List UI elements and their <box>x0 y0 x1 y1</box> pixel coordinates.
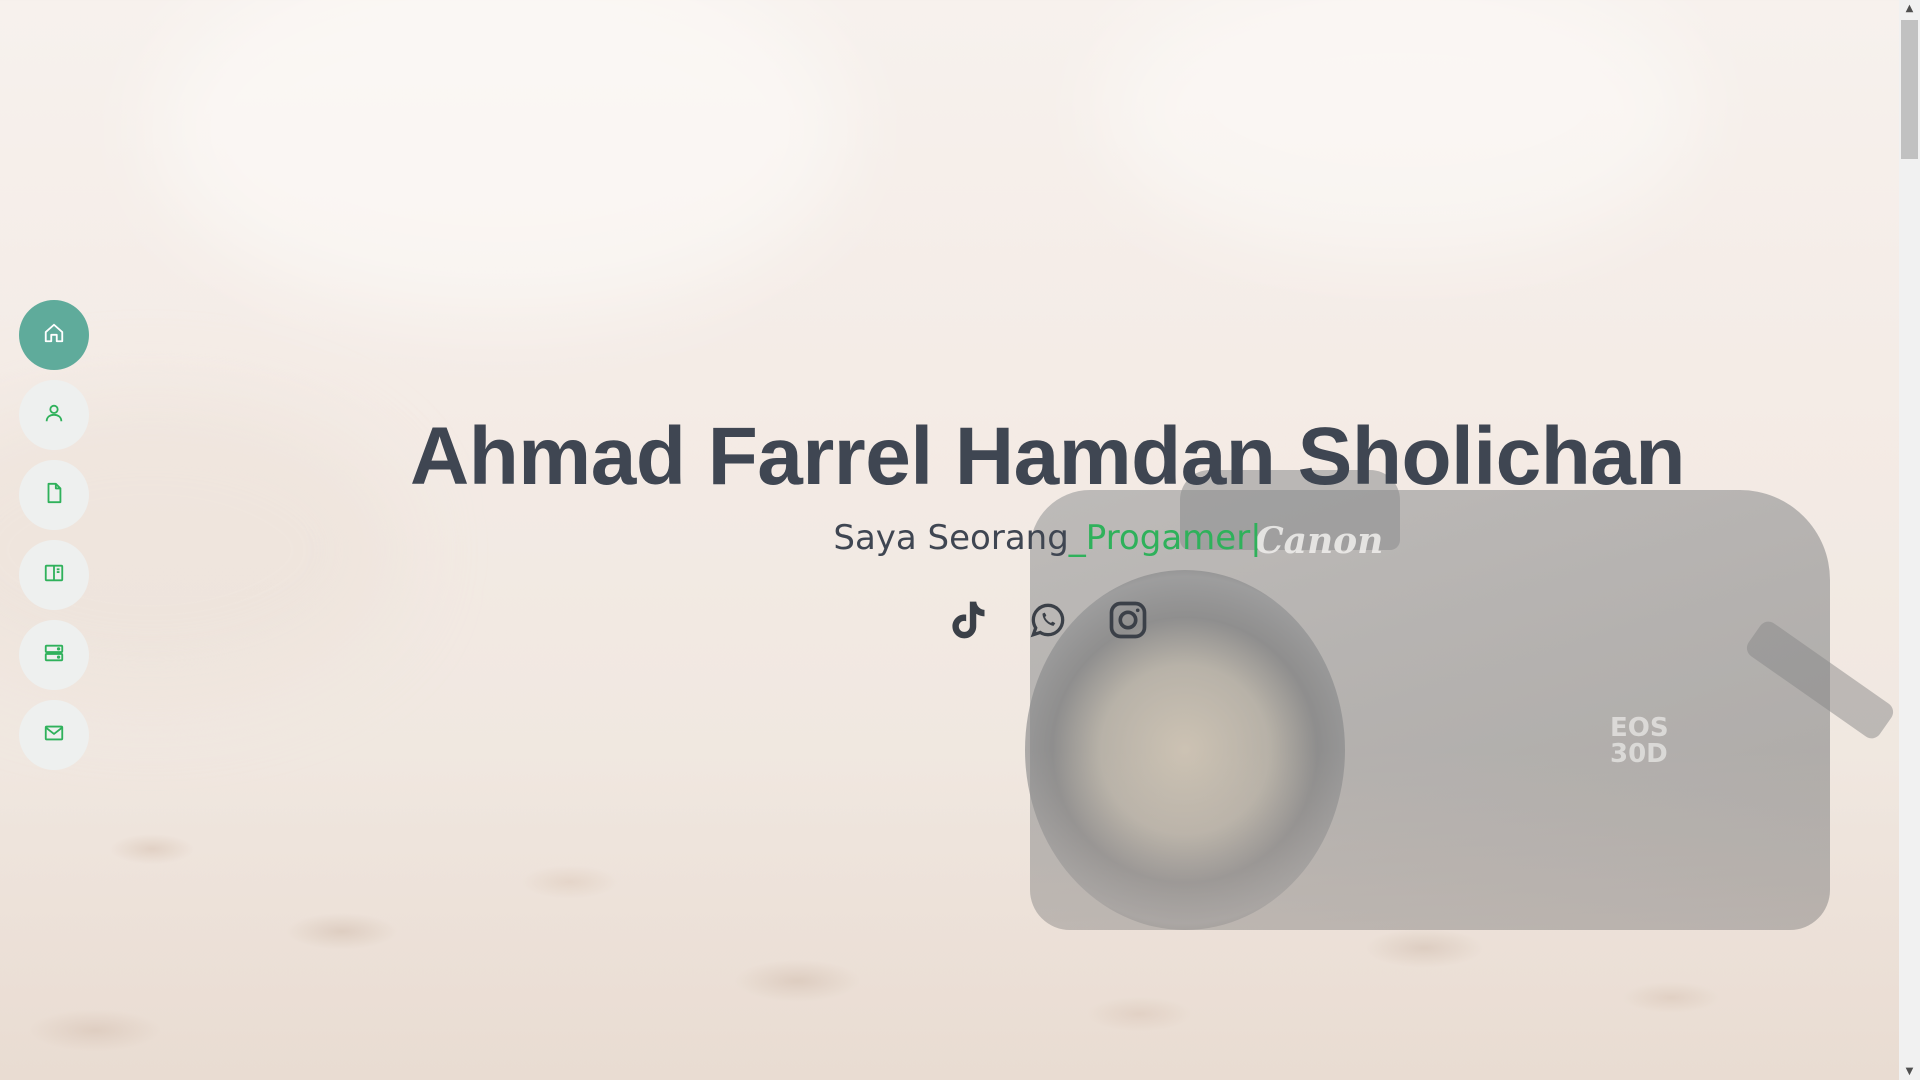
subtitle-prefix: Saya Seorang <box>833 518 1069 558</box>
book-icon <box>43 562 65 588</box>
tiktok-link[interactable] <box>946 598 990 646</box>
nav-home-button[interactable] <box>19 300 89 370</box>
scroll-up-arrow-icon[interactable]: ▲ <box>1903 2 1916 15</box>
social-links <box>0 598 1920 646</box>
scroll-thumb[interactable] <box>1901 20 1918 159</box>
whatsapp-icon <box>1026 598 1070 646</box>
home-icon <box>43 322 65 348</box>
hero-section: Ahmad Farrel Hamdan Sholichan Saya Seora… <box>0 410 1920 558</box>
hero-name: Ahmad Farrel Hamdan Sholichan <box>410 411 1686 502</box>
nav-contact-button[interactable] <box>19 700 89 770</box>
instagram-icon <box>1106 598 1150 646</box>
page-scrollbar[interactable]: ▲ ▼ <box>1899 0 1920 1080</box>
tiktok-icon <box>946 598 990 646</box>
hero-subtitle: Saya Seorang_Progamer| <box>0 518 1920 558</box>
typed-text: _Progamer| <box>1068 518 1262 558</box>
whatsapp-link[interactable] <box>1026 598 1070 646</box>
instagram-link[interactable] <box>1106 598 1150 646</box>
scroll-down-arrow-icon[interactable]: ▼ <box>1903 1065 1916 1078</box>
envelope-icon <box>43 722 65 748</box>
